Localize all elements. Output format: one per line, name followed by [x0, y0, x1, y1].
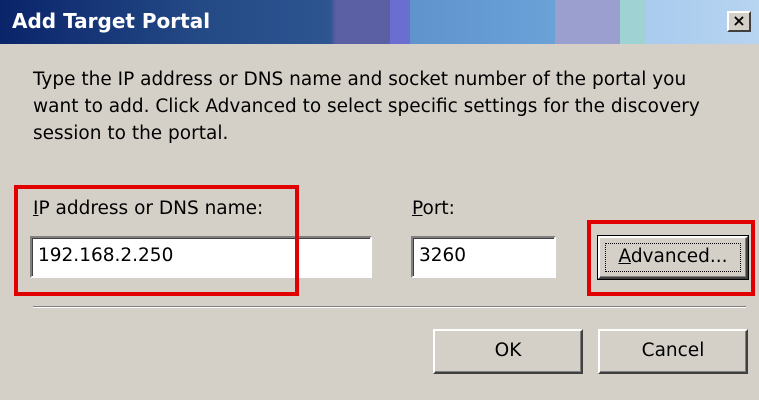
add-target-portal-dialog: Add Target Portal × Type the IP address … — [0, 0, 759, 400]
description-line: want to add. Click Advanced to select sp… — [33, 96, 700, 117]
dialog-title: Add Target Portal — [12, 9, 211, 33]
port-label: Port: — [412, 198, 455, 219]
close-button[interactable]: × — [727, 11, 751, 32]
description-text: Type the IP address or DNS name and sock… — [33, 66, 733, 147]
ip-address-input[interactable]: 192.168.2.250 — [30, 236, 372, 278]
cancel-button[interactable]: Cancel — [598, 329, 748, 374]
port-label-accesskey: P — [412, 198, 423, 219]
separator-line — [33, 306, 746, 308]
description-line: session to the portal. — [33, 123, 229, 144]
ok-button[interactable]: OK — [433, 329, 583, 374]
title-bar[interactable]: Add Target Portal × — [0, 0, 759, 44]
focus-rectangle — [605, 243, 741, 272]
close-icon: × — [732, 11, 746, 30]
ip-address-label: IP address or DNS name: — [33, 198, 263, 219]
ip-label-rest: P address or DNS name: — [38, 198, 264, 219]
port-input[interactable]: 3260 — [411, 236, 556, 278]
advanced-button[interactable]: Advanced... — [597, 235, 749, 280]
port-label-rest: ort: — [422, 198, 455, 219]
description-line: Type the IP address or DNS name and sock… — [33, 69, 687, 90]
